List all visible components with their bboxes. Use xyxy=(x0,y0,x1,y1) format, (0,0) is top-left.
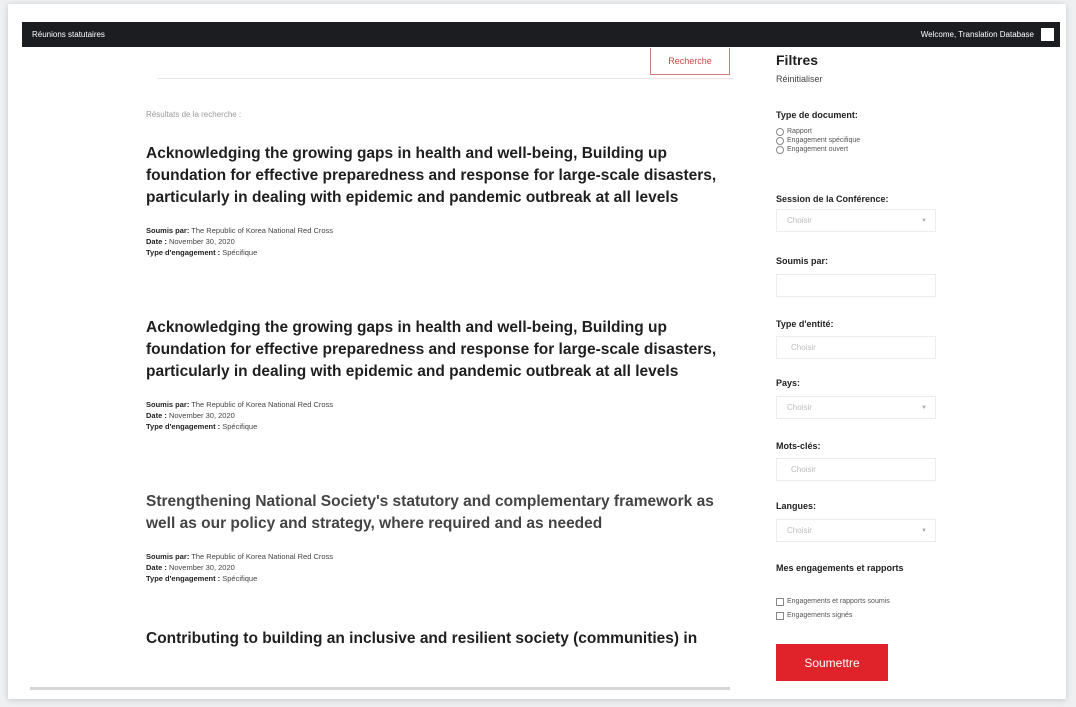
radio-rapport[interactable]: Rapport xyxy=(776,127,860,136)
submitted-by-label: Soumis par: xyxy=(146,226,190,235)
chevron-down-icon: ▼ xyxy=(921,218,927,224)
languages-label: Langues: xyxy=(776,501,817,511)
entity-type-label: Type d'entité: xyxy=(776,319,834,329)
results-list: Acknowledging the growing gaps in health… xyxy=(146,143,736,648)
user-menu-icon[interactable] xyxy=(1041,28,1054,41)
horizontal-scrollbar[interactable] xyxy=(30,687,730,690)
doc-type-radio-group: Rapport Engagement spécifique Engagement… xyxy=(776,127,860,154)
filters-title: Filtres xyxy=(776,52,819,68)
radio-icon[interactable] xyxy=(776,136,784,145)
top-bar: Réunions statutaires Welcome, Translatio… xyxy=(22,22,1060,47)
search-button[interactable]: Recherche xyxy=(650,48,730,75)
result-title[interactable]: Contributing to building an inclusive an… xyxy=(146,628,736,648)
submitted-by-filter-label: Soumis par: xyxy=(776,256,829,266)
result-meta: Soumis par: The Republic of Korea Nation… xyxy=(146,399,736,432)
chevron-down-icon: ▼ xyxy=(921,405,927,411)
engagement-type-value: Spécifique xyxy=(222,574,258,583)
filters-panel: Filtres Réinitialiser xyxy=(776,52,946,87)
result-title[interactable]: Acknowledging the growing gaps in health… xyxy=(146,143,736,209)
keywords-input[interactable]: Choisir xyxy=(776,458,936,481)
submitted-by-value: The Republic of Korea National Red Cross xyxy=(191,552,334,561)
engagement-type-label: Type d'engagement : xyxy=(146,422,221,431)
submitted-by-label: Soumis par: xyxy=(146,552,190,561)
date-label: Date : xyxy=(146,563,167,572)
submitted-by-value: The Republic of Korea National Red Cross xyxy=(191,226,334,235)
result-meta: Soumis par: The Republic of Korea Nation… xyxy=(146,551,736,584)
submit-button[interactable]: Soumettre xyxy=(776,644,888,681)
date-value: November 30, 2020 xyxy=(168,237,235,246)
session-select[interactable]: Choisir ▼ xyxy=(776,209,936,232)
result-item: Acknowledging the growing gaps in health… xyxy=(146,143,736,317)
submitted-by-value: The Republic of Korea National Red Cross xyxy=(191,400,334,409)
country-select[interactable]: Choisir ▼ xyxy=(776,396,936,419)
welcome-text[interactable]: Welcome, Translation Database xyxy=(921,30,1034,39)
chevron-down-icon: ▼ xyxy=(921,528,927,534)
my-engagements-checkbox-group: Engagements et rapports soumis Engagemen… xyxy=(776,597,890,620)
checkbox-icon[interactable] xyxy=(776,611,784,620)
country-label: Pays: xyxy=(776,378,801,388)
radio-icon[interactable] xyxy=(776,127,784,136)
breadcrumb[interactable]: Réunions statutaires xyxy=(32,30,105,39)
reset-link[interactable]: Réinitialiser xyxy=(776,74,823,84)
date-value: November 30, 2020 xyxy=(168,411,235,420)
engagement-type-label: Type d'engagement : xyxy=(146,574,221,583)
results-label: Résultats de la recherche : xyxy=(146,110,242,119)
entity-type-input[interactable]: Choisir xyxy=(776,336,936,359)
date-value: November 30, 2020 xyxy=(168,563,235,572)
engagement-type-value: Spécifique xyxy=(222,422,258,431)
submitted-by-input[interactable] xyxy=(776,274,936,297)
result-item: Acknowledging the growing gaps in health… xyxy=(146,317,736,491)
engagement-type-label: Type d'engagement : xyxy=(146,248,221,257)
my-engagements-label: Mes engagements et rapports xyxy=(776,563,904,573)
engagement-type-value: Spécifique xyxy=(222,248,258,257)
session-label: Session de la Conférence: xyxy=(776,194,889,204)
radio-engagement-specifique[interactable]: Engagement spécifique xyxy=(776,136,860,145)
result-title[interactable]: Strengthening National Society's statuto… xyxy=(146,491,736,535)
checkbox-icon[interactable] xyxy=(776,597,784,606)
date-label: Date : xyxy=(146,411,167,420)
result-item: Strengthening National Society's statuto… xyxy=(146,491,736,628)
radio-icon[interactable] xyxy=(776,145,784,154)
submitted-by-label: Soumis par: xyxy=(146,400,190,409)
doc-type-label: Type de document: xyxy=(776,110,858,120)
checkbox-signed[interactable]: Engagements signés xyxy=(776,611,890,620)
languages-select[interactable]: Choisir ▼ xyxy=(776,519,936,542)
radio-engagement-ouvert[interactable]: Engagement ouvert xyxy=(776,145,860,154)
date-label: Date : xyxy=(146,237,167,246)
result-item: Contributing to building an inclusive an… xyxy=(146,628,736,648)
search-input-underline xyxy=(158,78,733,79)
result-title[interactable]: Acknowledging the growing gaps in health… xyxy=(146,317,736,383)
result-meta: Soumis par: The Republic of Korea Nation… xyxy=(146,225,736,258)
keywords-label: Mots-clés: xyxy=(776,441,821,451)
checkbox-submitted[interactable]: Engagements et rapports soumis xyxy=(776,597,890,606)
